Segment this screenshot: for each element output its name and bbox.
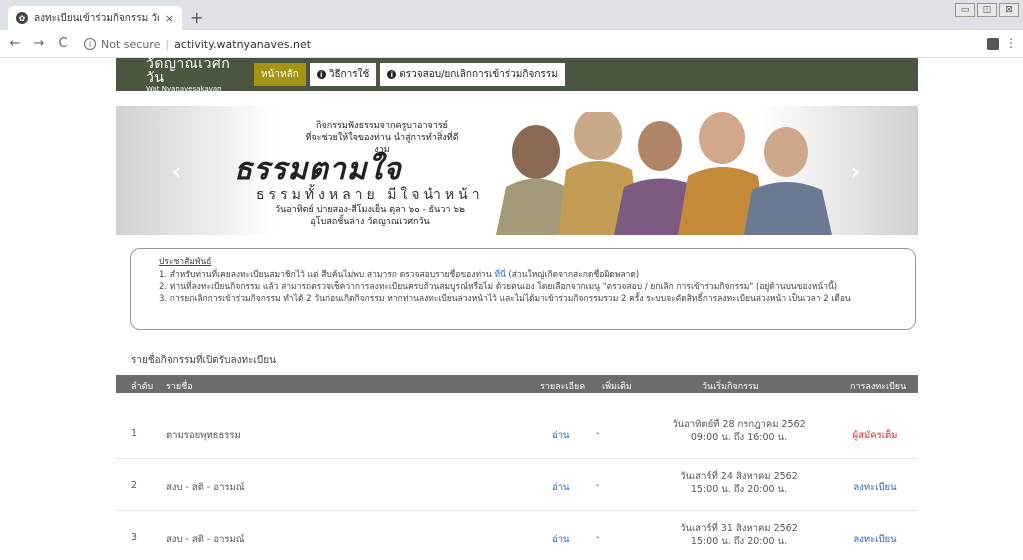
announcement-line-1-text: 1. สำหรับท่านที่เคยลงทะเบียนสมาชิกไว้ แต… [159,269,492,280]
browser-tabbar: ✿ ลงทะเบียนเข้าร่วมกิจกรรม วัดญาณะ × + ▭… [0,0,1023,30]
tab-title: ลงทะเบียนเข้าร่วมกิจกรรม วัดญาณะ [34,12,159,24]
row-name: ตามรอยพุทธธรรม [166,430,241,441]
browser-toolbar: ← → C i Not secure | activity.watnyanave… [0,30,1023,58]
row-extra: - [596,428,600,439]
read-detail-link[interactable]: อ่าน [552,480,570,495]
banner-carousel: ‹ กิจกรรมฟังธรรมจากครูบาอาจารย์ ที่จะช่ว… [116,106,918,235]
banner-date: วันอาทิตย์ บ่ายสอง-สี่โมงเย็น ตุลา ๖๐ - … [250,204,490,228]
row-extra: - [596,480,600,491]
registration-status: ผู้สมัครเต็ม [852,430,898,441]
info-icon: i [316,70,326,79]
row-time: 15:00 น. ถึง 20:00 น. [690,535,788,547]
col-registration: การลงทะเบียน [850,382,907,392]
col-detail: รายละเอียด [540,382,586,392]
logo-english: Wat Nyanavesakavan [146,84,222,93]
table-row: 3 สงบ - สติ - อารมณ์ อ่าน - วันเสาร์ที่ … [116,511,918,560]
row-date: วันเสาร์ที่ 24 สิงหาคม 2562 [680,471,798,482]
nav-how-to-use[interactable]: i วิธีการใช้ [309,63,377,86]
security-label: Not secure [101,37,161,51]
row-start-date: วันเสาร์ที่ 24 สิงหาคม 2562 15:00 น. ถึง … [646,471,832,497]
address-bar[interactable]: i Not secure | activity.watnyanaves.net [84,34,954,54]
announcement-line-2: 2. ท่านที่ลงทะเบียนกิจกรรม แล้ว สามารถตร… [159,281,838,292]
banner-date-line1: วันอาทิตย์ บ่ายสอง-สี่โมงเย็น ตุลา ๖๐ - … [275,205,465,215]
register-button[interactable]: ลงทะเบียน [840,532,910,547]
col-extra: เพิ่มเติม [602,382,632,392]
close-window-button[interactable]: ⊠ [999,3,1019,17]
row-start-date: วันเสาร์ที่ 31 สิงหาคม 2562 15:00 น. ถึง … [646,523,832,549]
browser-tab[interactable]: ✿ ลงทะเบียนเข้าร่วมกิจกรรม วัดญาณะ × [8,6,182,30]
announcement-line-1: 1. สำหรับท่านที่เคยลงทะเบียนสมาชิกไว้ แต… [159,270,901,282]
row-number: 2 [131,480,138,491]
read-detail-link[interactable]: อ่าน [552,428,570,443]
site-header: วัดญาณเวศกวัน Wat Nyanavesakavan หน้าหลั… [116,57,918,93]
announcement-box: ประชาสัมพันธ์ 1. สำหรับท่านที่เคยลงทะเบี… [130,248,916,330]
table-row: 1 ตามรอยพุทธธรรม อ่าน - วันอาทิตย์ที่ 28… [116,407,918,459]
read-detail-link[interactable]: อ่าน [552,532,570,547]
row-time: 15:00 น. ถึง 20:00 น. [690,483,788,495]
row-date: วันอาทิตย์ที่ 28 กรกฎาคม 2562 [672,419,806,430]
url-text[interactable]: activity.watnyanaves.net [174,38,311,51]
carousel-prev-button[interactable]: ‹ [172,160,181,185]
row-date: วันเสาร์ที่ 31 สิงหาคม 2562 [680,523,798,534]
row-number: 3 [131,532,138,543]
monks-photo-image [496,112,832,235]
row-extra: - [596,532,600,543]
table-row: 2 สงบ - สติ - อารมณ์ อ่าน - วันเสาร์ที่ … [116,459,918,511]
url-separator: | [165,37,170,51]
row-time: 09:00 น. ถึง 16:00 น. [690,431,788,443]
nav-how-to-use-label: วิธีการใช้ [328,69,370,80]
back-button[interactable]: ← [6,36,24,51]
nav-check-cancel[interactable]: i ตรวจสอบ/ยกเลิกการเข้าร่วมกิจกรรม [380,63,565,86]
row-name: สงบ - สติ - อารมณ์ [166,482,245,493]
announcement-line-3: 3. การยกเลิกการเข้าร่วมกิจกรรม ทำได้ 2 ว… [159,293,851,304]
register-button[interactable]: ลงทะเบียน [840,480,910,495]
tab-close-icon[interactable]: × [165,12,174,25]
announcement-title: ประชาสัมพันธ์ [159,257,212,267]
minimize-button[interactable]: ▭ [955,3,975,17]
row-number: 1 [131,428,138,439]
carousel-next-button[interactable]: › [851,160,860,185]
row-start-date: วันอาทิตย์ที่ 28 กรกฎาคม 2562 09:00 น. ถึ… [646,419,832,445]
reload-button[interactable]: C [54,36,72,51]
window-controls: ▭ ◫ ⊠ [955,3,1019,17]
col-number: ลำดับ [131,382,154,392]
col-start-date: วันเริ่มกิจกรรม [702,382,759,392]
nav-home[interactable]: หน้าหลัก [254,63,306,86]
activity-list-title: รายชื่อกิจกรรมที่เปิดรับลงทะเบียน [131,355,276,366]
check-name-link[interactable]: ที่นี่ [494,270,505,280]
site-logo[interactable]: วัดญาณเวศกวัน Wat Nyanavesakavan [116,57,248,93]
browser-menu-icon[interactable]: ⋮ [1005,36,1017,50]
activity-table-header: ลำดับ รายชื่อ รายละเอียด เพิ่มเติม วันเร… [116,375,918,393]
col-name: รายชื่อ [166,382,193,392]
row-name: สงบ - สติ - อารมณ์ [166,534,245,545]
banner-intro-line1: กิจกรรมฟังธรรมจากครูบาอาจารย์ [316,121,448,131]
banner-subtitle: ธรรมทั้งหลาย มีใจนำหน้า [256,187,484,203]
forward-button[interactable]: → [30,36,48,51]
extension-icon[interactable] [987,38,999,50]
announcement-line-1-note: (ส่วนใหญ่เกิดจากสะกดชื่อผิดพลาด) [505,269,640,280]
maximize-button[interactable]: ◫ [977,3,997,17]
info-icon[interactable]: i [84,38,96,50]
logo-thai: วัดญาณเวศกวัน [146,55,231,86]
site-favicon-icon: ✿ [16,12,28,24]
info-icon: i [387,70,397,79]
banner-date-line2: อุโบสถชั้นล่าง วัดญาณเวศกวัน [310,217,430,228]
new-tab-button[interactable]: + [190,8,203,27]
nav-check-cancel-label: ตรวจสอบ/ยกเลิกการเข้าร่วมกิจกรรม [399,69,558,80]
